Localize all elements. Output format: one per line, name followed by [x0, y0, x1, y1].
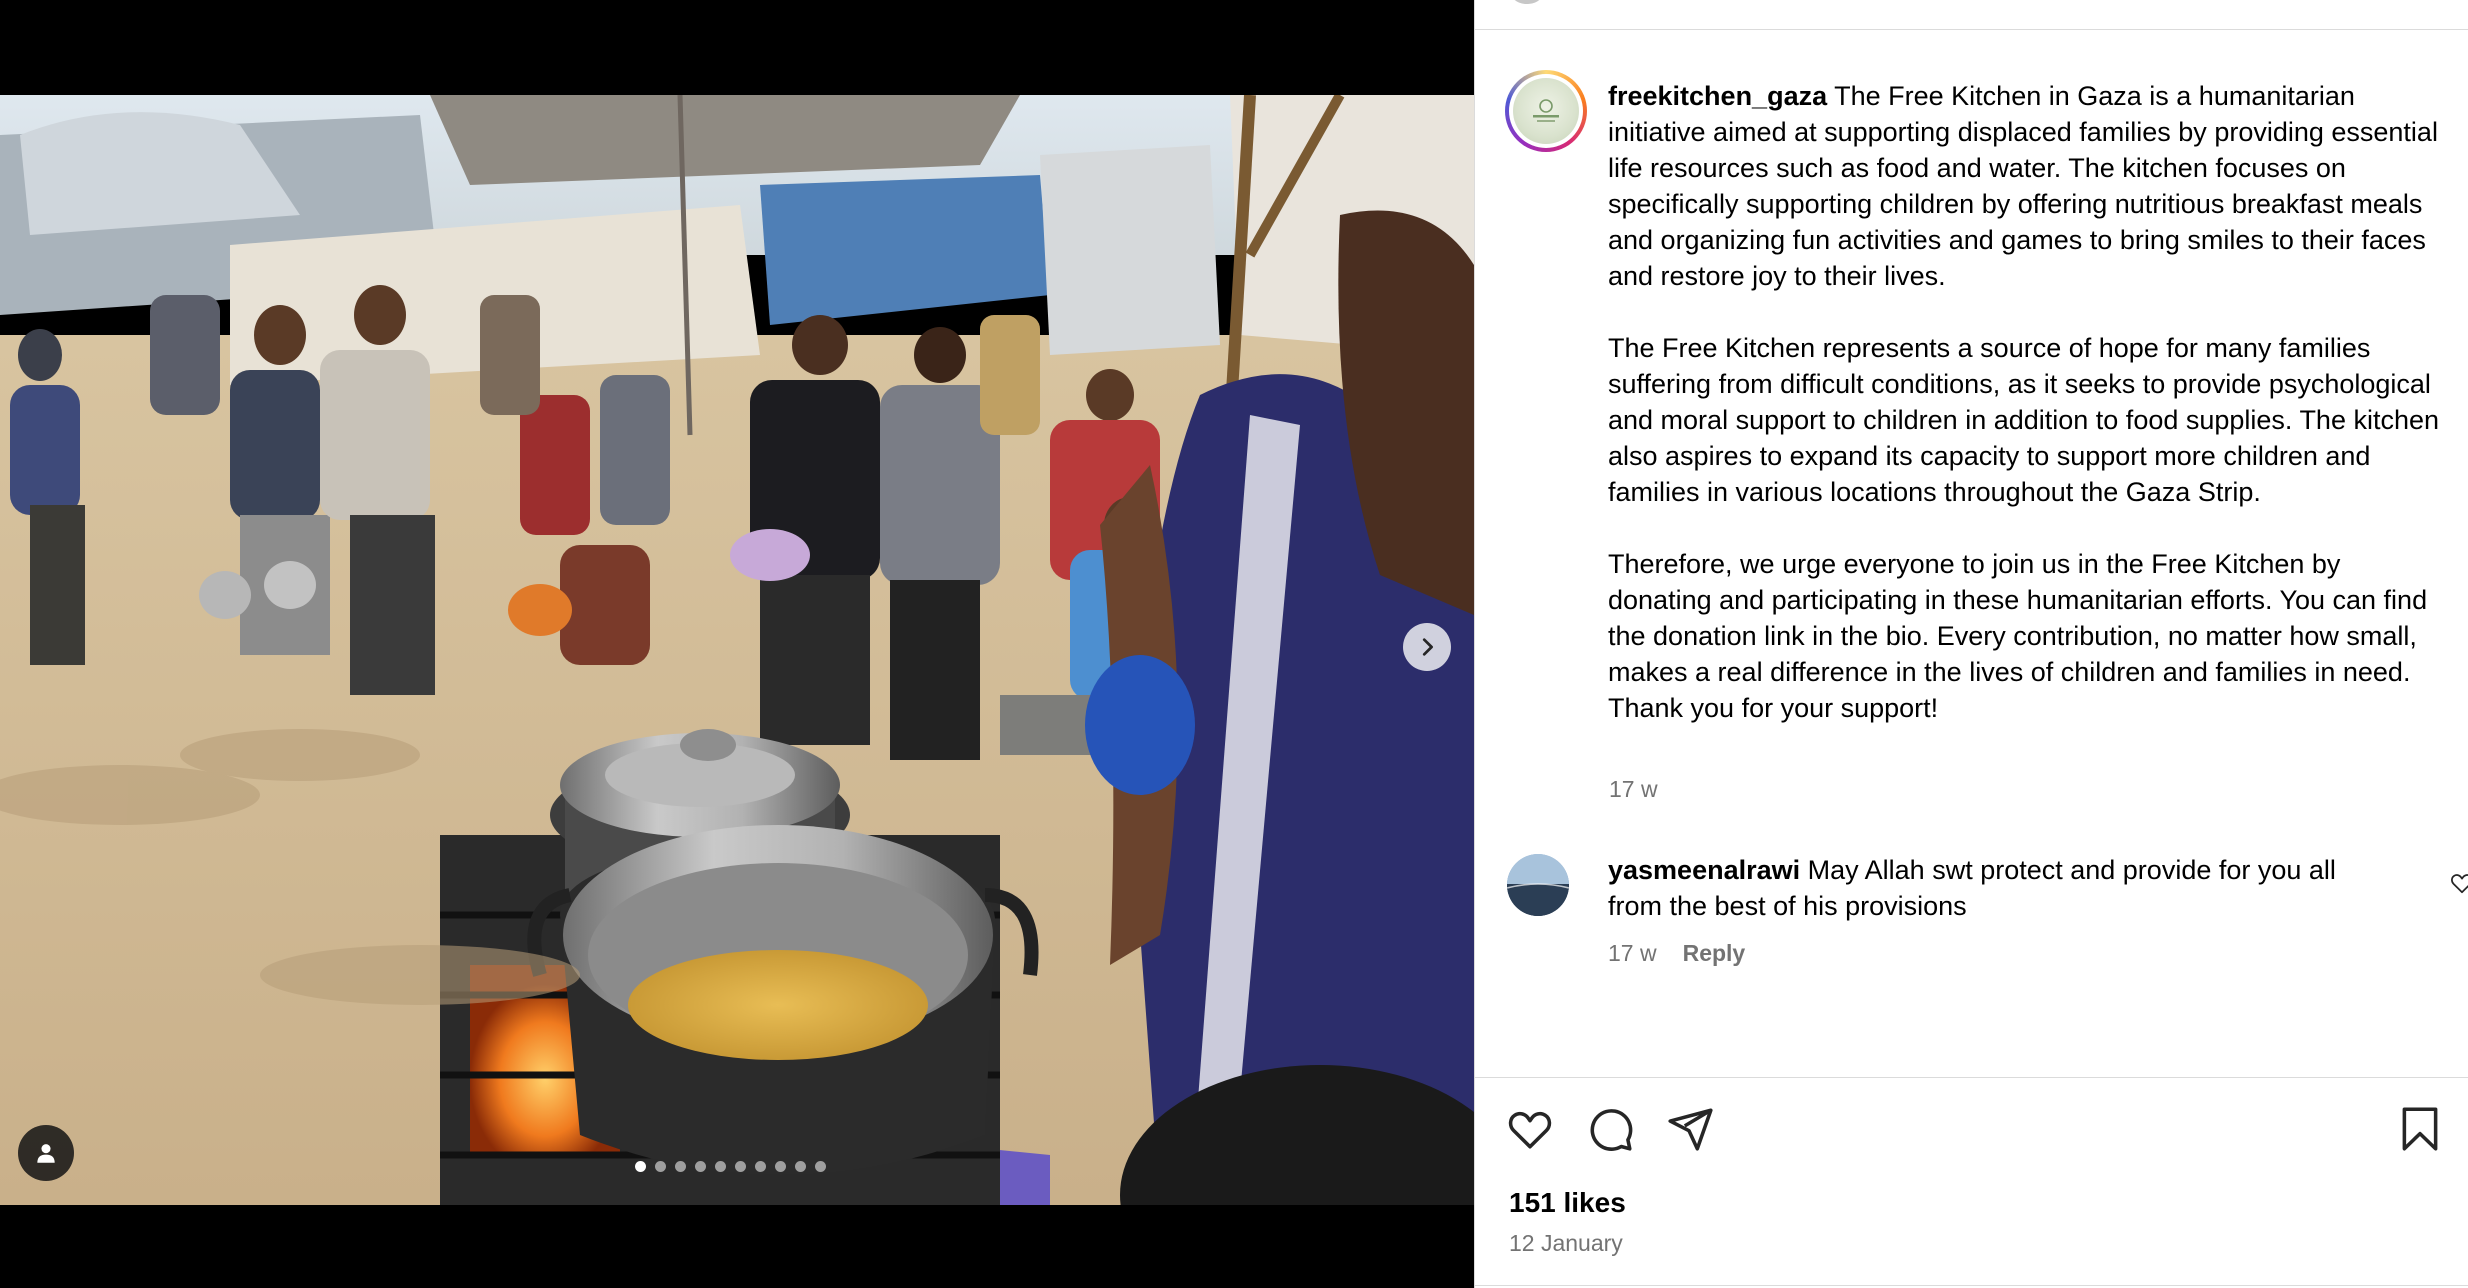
user-tag-icon — [37, 1144, 55, 1163]
kitchen-logo-icon — [1513, 78, 1579, 144]
reply-button[interactable]: Reply — [1683, 940, 1746, 967]
actions-divider — [1475, 1077, 2468, 1078]
header-avatar[interactable] — [1508, 0, 1546, 4]
comment-button[interactable] — [1585, 1104, 1635, 1154]
avatar-border — [1509, 74, 1583, 148]
commenter-avatar[interactable] — [1507, 854, 1569, 916]
post-media-pane — [0, 0, 1474, 1288]
post-photo[interactable] — [0, 95, 1474, 1205]
post-photo-illustration — [0, 95, 1474, 1205]
carousel-dot — [675, 1161, 686, 1172]
commenter-username-link[interactable]: yasmeenalrawi — [1608, 855, 1800, 885]
paper-plane-icon — [1668, 1108, 1713, 1151]
save-button[interactable] — [2395, 1104, 2445, 1154]
bookmark-icon — [2402, 1107, 2438, 1151]
chevron-right-icon — [1422, 638, 1433, 656]
logo-mark — [1533, 99, 1559, 122]
comment-timestamp[interactable]: 17 w — [1608, 940, 1657, 967]
post-action-bar — [1505, 1104, 2445, 1156]
author-avatar[interactable] — [1505, 70, 1587, 152]
footer-divider — [1475, 1285, 2468, 1286]
carousel-dot — [715, 1161, 726, 1172]
caption-text: freekitchen_gaza The Free Kitchen in Gaz… — [1608, 78, 2448, 726]
carousel-dot — [815, 1161, 826, 1172]
post-date: 12 January — [1509, 1230, 1623, 1256]
carousel-dot — [695, 1161, 706, 1172]
heart-icon — [1508, 1111, 1552, 1149]
carousel-dot — [795, 1161, 806, 1172]
comment-like-button[interactable] — [2449, 870, 2468, 896]
carousel-dot — [735, 1161, 746, 1172]
comment-body: yasmeenalrawi May Allah swt protect and … — [1608, 852, 2388, 924]
tagged-users-button[interactable] — [18, 1125, 74, 1181]
heart-icon — [2451, 874, 2468, 894]
like-button[interactable] — [1505, 1104, 1555, 1154]
header-divider — [1475, 29, 2468, 30]
post-details-panel: freekitchen_gaza The Free Kitchen in Gaz… — [1474, 0, 2468, 1288]
caption-paragraph-text: The Free Kitchen in Gaza is a humanitari… — [1608, 81, 2438, 291]
comment-bubble-icon — [1590, 1109, 1633, 1151]
carousel-dot — [635, 1161, 646, 1172]
caption-paragraph: freekitchen_gaza The Free Kitchen in Gaz… — [1608, 78, 2448, 294]
comment-meta: 17 w Reply — [1608, 940, 1745, 967]
carousel-indicator — [635, 1161, 826, 1172]
commenter-avatar-image — [1507, 854, 1569, 916]
likes-count[interactable]: 151 likes — [1509, 1187, 1626, 1219]
next-slide-button[interactable] — [1403, 623, 1451, 671]
author-username-link[interactable]: freekitchen_gaza — [1608, 81, 1827, 111]
carousel-dot — [655, 1161, 666, 1172]
carousel-dot — [755, 1161, 766, 1172]
share-button[interactable] — [1665, 1104, 1715, 1154]
caption-timestamp[interactable]: 17 w — [1609, 776, 1658, 803]
caption-paragraph: Therefore, we urge everyone to join us i… — [1608, 549, 2428, 723]
carousel-dot — [775, 1161, 786, 1172]
caption-paragraph: The Free Kitchen represents a source of … — [1608, 333, 2440, 507]
